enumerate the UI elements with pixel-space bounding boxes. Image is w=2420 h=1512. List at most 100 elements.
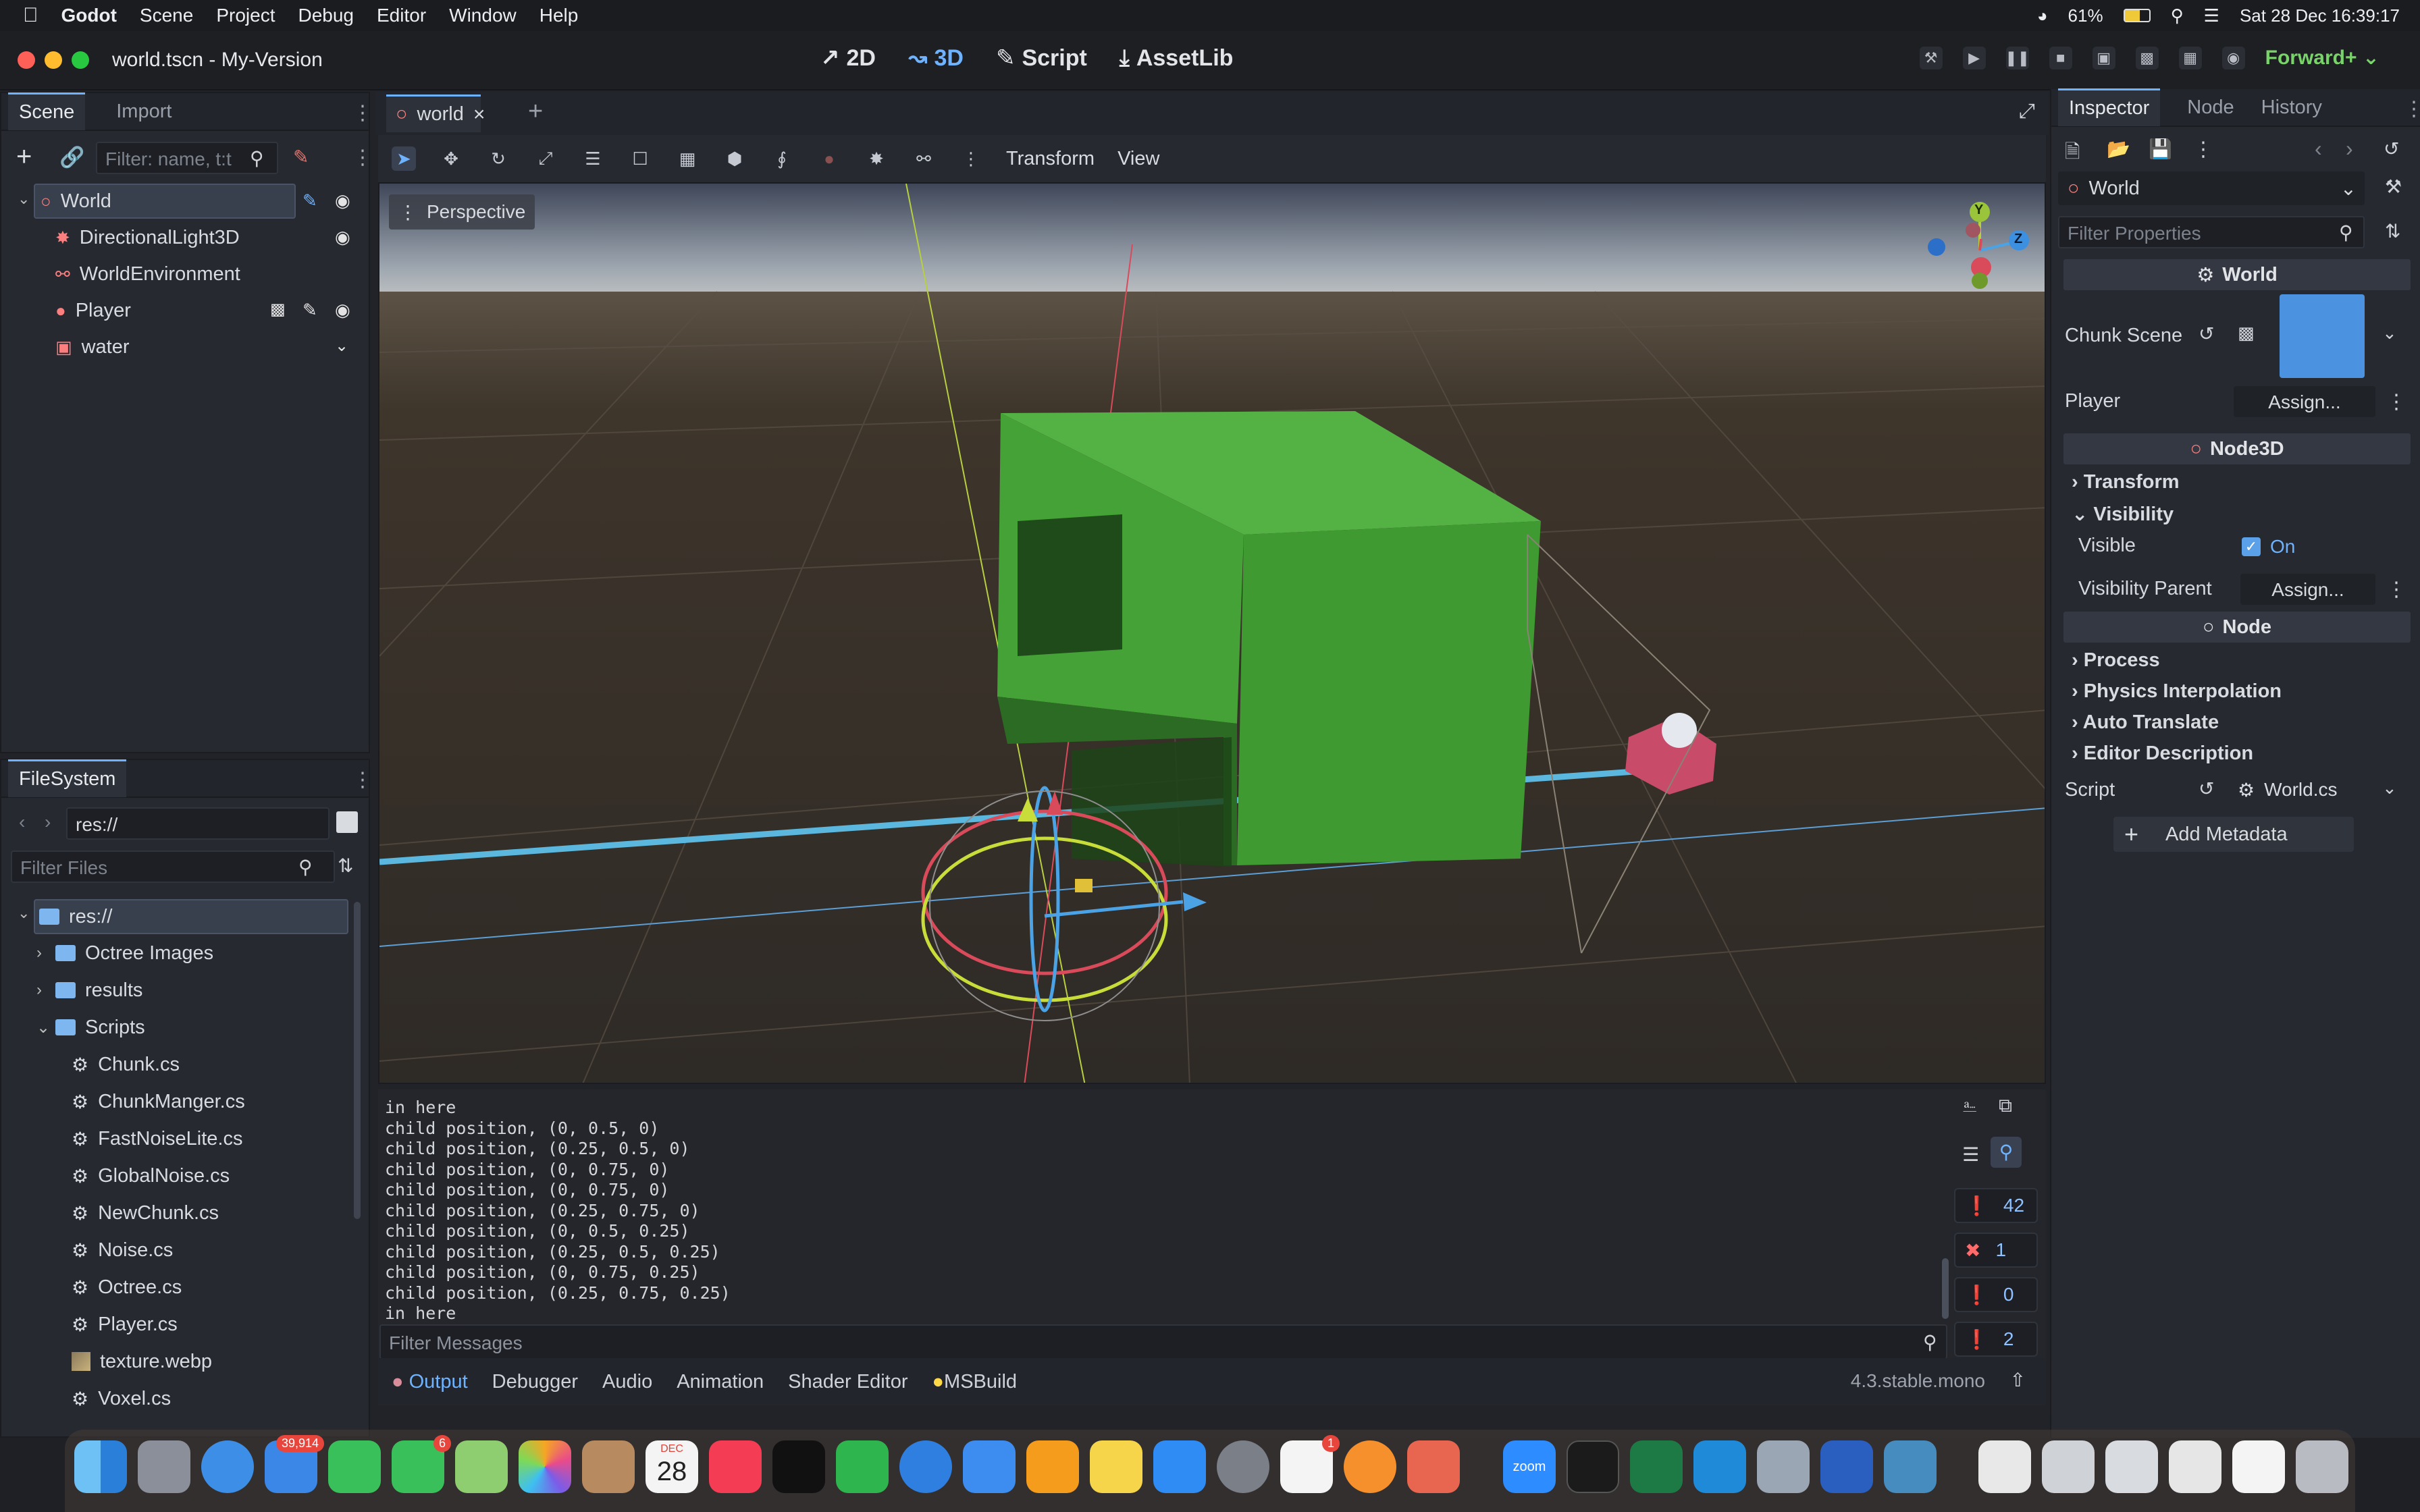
clock[interactable]: Sat 28 Dec 16:39:17 (2240, 5, 2400, 26)
preview-icon[interactable] (1757, 1440, 1810, 1493)
visible-checkbox[interactable]: ✓ On (2242, 532, 2397, 562)
back-icon[interactable]: ‹ (19, 811, 25, 833)
run-project-button[interactable]: ▶ (1962, 46, 1986, 70)
photos-icon[interactable] (519, 1440, 571, 1493)
output-log[interactable]: in here child position, (0, 0.5, 0) child … (385, 1098, 1938, 1320)
movie-maker-button[interactable]: ◉ (2221, 46, 2245, 70)
tab-inspector[interactable]: Inspector (2058, 88, 2161, 126)
chevron-down-icon[interactable]: ⌄ (2382, 323, 2397, 344)
chevron-down-icon[interactable]: ⌄ (36, 1018, 50, 1037)
mode-script-button[interactable]: ✎ Script (996, 45, 1087, 72)
category-visibility[interactable]: ⌄ Visibility (2072, 502, 2174, 526)
downloads-folder-icon[interactable] (2042, 1440, 2095, 1493)
visibility-parent-assign-button[interactable]: Assign... (2240, 574, 2375, 605)
fs-file[interactable]: ⚙ Noise.cs (72, 1233, 173, 1268)
tab-audio[interactable]: Audio (602, 1371, 652, 1393)
fs-file[interactable]: ⚙ Octree.cs (72, 1270, 182, 1305)
mode-assetlib-button[interactable]: ⤓ AssetLib (1120, 45, 1234, 72)
mode-3d-button[interactable]: ↝ 3D (908, 45, 964, 72)
tab-debugger[interactable]: Debugger (492, 1371, 578, 1393)
filesystem-scrollbar[interactable] (354, 902, 361, 1219)
zoom-window-button[interactable] (72, 51, 89, 69)
appletv-icon[interactable] (772, 1440, 825, 1493)
expand-panel-icon[interactable]: ⇧ (2010, 1369, 2026, 1391)
fs-folder[interactable]: › Octree Images (36, 936, 213, 971)
chunk-scene-preview[interactable] (2280, 294, 2365, 378)
tab-import[interactable]: Import (116, 101, 172, 123)
search-icon[interactable]: ⚲ (1991, 1137, 2022, 1168)
visibility-eye-icon[interactable]: ◉ (335, 227, 350, 248)
visibility-hidden-icon[interactable]: ⌄ (335, 336, 348, 356)
godot-icon[interactable] (1884, 1440, 1937, 1493)
run-custom-scene-button[interactable]: ▦ (2178, 46, 2202, 70)
move-mode-button[interactable]: ✥ (439, 146, 463, 171)
camera-preview-button[interactable]: ● (817, 146, 841, 171)
snap-button[interactable]: ∮ (770, 146, 794, 171)
revert-icon[interactable]: ↺ (2199, 323, 2214, 345)
tree-node-world[interactable]: ○ World (34, 184, 296, 219)
tab-shader-editor[interactable]: Shader Editor (788, 1371, 908, 1393)
filter-files-input[interactable]: Filter Files (11, 850, 335, 883)
iphone-mirroring-icon[interactable] (1407, 1440, 1460, 1493)
recent-document-icon[interactable] (2105, 1440, 2158, 1493)
more-icon[interactable]: ⋮ (2193, 138, 2213, 161)
minimize-window-button[interactable] (45, 51, 62, 69)
launchpad-icon[interactable] (138, 1440, 190, 1493)
select-mode-button[interactable]: ➤ (392, 146, 416, 171)
hand-app-icon[interactable] (1344, 1440, 1396, 1493)
environment-preview-button[interactable]: ⚯ (912, 146, 936, 171)
remote-debug-button[interactable]: ▣ (2092, 46, 2115, 70)
control-center-icon[interactable]: ☰ (2204, 5, 2219, 26)
pages-icon[interactable] (1026, 1440, 1079, 1493)
fs-file[interactable]: ⚙ Voxel.cs (72, 1381, 171, 1416)
filter-messages-input[interactable]: Filter Messages (379, 1324, 1947, 1359)
save-resource-icon[interactable]: 💾 (2149, 138, 2172, 160)
category-auto-translate[interactable]: › Auto Translate (2072, 711, 2219, 734)
history-back-icon[interactable]: ‹ (2315, 136, 2322, 161)
script-resource[interactable]: ⚙ World.cs (2238, 775, 2373, 805)
recent-document-icon[interactable] (2169, 1440, 2221, 1493)
build-button[interactable]: ⚒ (1919, 46, 1943, 70)
tab-animation[interactable]: Animation (677, 1371, 764, 1393)
menu-debug[interactable]: Debug (298, 5, 354, 26)
word-icon[interactable] (1820, 1440, 1873, 1493)
view-gizmo[interactable]: Y Z (1926, 200, 2034, 301)
tab-filesystem[interactable]: FileSystem (8, 759, 127, 797)
contacts-icon[interactable] (582, 1440, 635, 1493)
close-window-button[interactable] (18, 51, 35, 69)
scene-tree-menu-icon[interactable]: ⋮ (352, 146, 373, 169)
category-process[interactable]: › Process (2072, 649, 2160, 672)
safari-icon[interactable] (201, 1440, 254, 1493)
tree-node-player[interactable]: ● Player (55, 293, 131, 328)
excel-icon[interactable] (1630, 1440, 1683, 1493)
distraction-free-icon[interactable]: ⤢ (2019, 100, 2035, 123)
proxy-icon[interactable] (899, 1440, 952, 1493)
music-icon[interactable] (709, 1440, 762, 1493)
split-view-icon[interactable] (336, 811, 358, 833)
fs-file[interactable]: texture.webp (72, 1344, 212, 1379)
filesystem-menu-icon[interactable]: ⋮ (352, 768, 373, 792)
mail-icon[interactable]: 39,914 (265, 1435, 324, 1493)
menu-scene[interactable]: Scene (140, 5, 193, 26)
notes-icon[interactable] (1090, 1440, 1142, 1493)
add-metadata-button[interactable]: + Add Metadata (2113, 817, 2354, 852)
filter-properties-input[interactable]: Filter Properties (2058, 216, 2365, 248)
output-scrollbar[interactable] (1942, 1258, 1949, 1319)
category-physics-interpolation[interactable]: › Physics Interpolation (2072, 680, 2282, 703)
calendar-icon[interactable]: DEC 28 (646, 1440, 698, 1493)
maps-icon[interactable] (455, 1440, 508, 1493)
script-icon[interactable]: ✎ (302, 300, 317, 321)
battery-icon[interactable] (2123, 9, 2151, 22)
finder-icon[interactable] (74, 1440, 127, 1493)
perspective-button[interactable]: ⋮ Perspective (389, 194, 535, 230)
message-count-toggle[interactable]: ❗ 42 (1954, 1188, 2038, 1223)
object-selector[interactable]: ○ World ⌄ (2058, 171, 2365, 205)
forward-icon[interactable]: › (45, 811, 51, 833)
collapse-output-icon[interactable]: ☰ (1962, 1143, 1979, 1166)
packed-scene-icon[interactable]: ▩ (2238, 323, 2255, 344)
visibility-eye-icon[interactable]: ◉ (335, 190, 350, 211)
history-forward-icon[interactable]: › (2346, 136, 2353, 161)
warning-count-toggle[interactable]: ❗ 0 (1954, 1277, 2038, 1312)
numbers-icon[interactable] (836, 1440, 889, 1493)
object-history-icon[interactable]: ↺ (2384, 138, 2399, 160)
